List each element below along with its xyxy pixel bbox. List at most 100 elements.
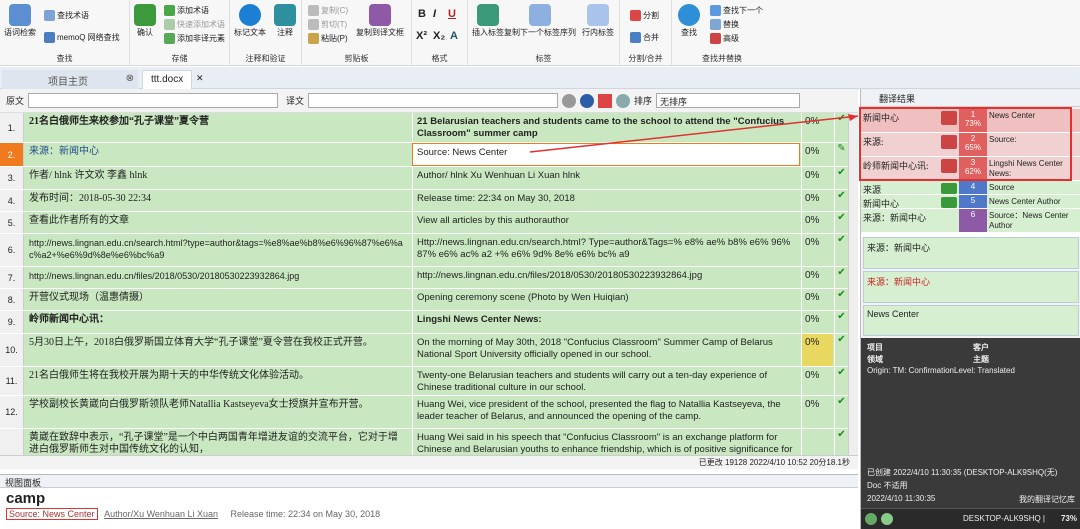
target-cell[interactable]: Huang Wei said in his speech that "Confu… — [412, 429, 800, 455]
confirm-button[interactable]: 确认 — [134, 4, 156, 38]
source-cell[interactable]: 学校副校长黄崴向白俄罗斯领队老师Natallia Kastseyeva女士授旗并… — [25, 396, 411, 428]
table-row[interactable]: 11. 21名白俄师生将在我校开展为期十天的中华传统文化体验活动。 Twenty-o… — [0, 367, 848, 396]
target-cell[interactable]: Author/ hlnk Xu Wenhuan Li Xuan hlnk — [412, 167, 800, 189]
target-cell[interactable]: http://news.lingnan.edu.cn/files/2018/05… — [412, 267, 800, 288]
source-cell[interactable]: http://news.lingnan.edu.cn/files/2018/05… — [25, 267, 411, 288]
bold-button[interactable]: B — [418, 8, 426, 20]
table-row[interactable]: 12. 学校副校长黄崴向白俄罗斯领队老师Natallia Kastseyeva女士… — [0, 396, 848, 429]
target-filter-input[interactable] — [308, 93, 559, 108]
memoq-web-search-button[interactable]: memoQ 网络查找 — [44, 32, 120, 43]
target-cell-active[interactable]: Source: News Center — [412, 143, 800, 166]
paste-button[interactable]: 粘贴(P) — [308, 33, 348, 44]
search-icon[interactable] — [616, 93, 631, 108]
split-button[interactable]: 分割 — [630, 10, 659, 21]
close-icon[interactable]: ✕ — [196, 73, 204, 84]
match-row[interactable]: 新闻中心 5 News Center Author — [861, 195, 1080, 209]
insert-tag-icon — [477, 4, 499, 26]
zoom-level: 73% — [1060, 514, 1077, 523]
target-cell[interactable]: Http://news.lingnan.edu.cn/search.html? … — [412, 234, 800, 266]
target-cell[interactable]: Twenty-one Belarusian teachers and stude… — [412, 367, 800, 395]
filter-icon[interactable] — [562, 93, 577, 108]
source-cell[interactable]: 岭师新闻中心讯： — [25, 311, 411, 333]
table-row[interactable]: 2. 来源：新闻中心 Source: News Center 0% ✎ — [0, 143, 848, 167]
source-cell[interactable]: 来源：新闻中心 — [25, 143, 411, 166]
table-row[interactable]: 5. 查看此作者所有的文章 View all articles by this au… — [0, 212, 848, 234]
font-button[interactable]: A — [450, 30, 458, 42]
close-icon[interactable]: ⊗ — [126, 73, 134, 84]
nontranslatable-icon — [164, 33, 175, 44]
target-cell[interactable]: On the morning of May 30th, 2018 "Confuc… — [412, 334, 800, 366]
row-number: 4. — [0, 190, 24, 211]
row-number: 3. — [0, 167, 24, 189]
advanced-button[interactable]: 高级 — [710, 33, 739, 44]
subscript-button[interactable]: X₂ — [433, 30, 445, 42]
source-cell[interactable]: 21名白俄师生来校参加“孔子课堂”夏令营 — [25, 113, 411, 142]
insert-tag-button[interactable]: 插入标签 — [472, 4, 504, 38]
ribbon-group-tags: 插入标签 复制下一个标签序列 行内标签 标签 — [468, 0, 620, 66]
underline-button[interactable]: U — [448, 8, 456, 20]
find-next-button[interactable]: 查找下一个 — [710, 5, 763, 16]
source-filter-input[interactable] — [28, 93, 279, 108]
table-row[interactable]: 10. 5月30日上午，2018白俄罗斯国立体育大学“孔子课堂”夏令营在我校正式开… — [0, 334, 848, 367]
match-row[interactable]: 来源：新闻中心 6 Source：News Center Author — [861, 209, 1080, 233]
table-row[interactable]: 3. 作者/ hlnk 许文欢 李鑫 hlnk Author/ hlnk Xu We… — [0, 167, 848, 190]
match-row[interactable]: 来源 4 Source — [861, 181, 1080, 195]
table-row[interactable]: 6. http://news.lingnan.edu.cn/search.html… — [0, 234, 848, 267]
tab-document[interactable]: ttt.docx — [142, 70, 192, 89]
grid-scrollbar[interactable] — [848, 113, 858, 455]
join-button[interactable]: 合并 — [630, 32, 659, 43]
table-row[interactable]: 9. 岭师新闻中心讯： Lingshi News Center News: 0% ✔ — [0, 311, 848, 334]
target-cell[interactable]: Huang Wei, vice president of the school,… — [412, 396, 800, 428]
ribbon: 语词检索 查找术语 memoQ 网络查找 查找 确认 添加术语 快速添加术语 添… — [0, 0, 1080, 66]
row-number: 10. — [0, 334, 24, 366]
inline-tags-button[interactable]: 行内标签 — [582, 4, 614, 38]
target-cell[interactable]: Lingshi News Center News: — [412, 311, 800, 333]
copy-source-button[interactable]: 复制到译文框 — [356, 4, 404, 38]
group-label-tags: 标签 — [535, 54, 552, 63]
copy-button[interactable]: 复制(C) — [308, 5, 348, 16]
find-button[interactable]: 查找 — [678, 4, 700, 38]
status-bar: 已更改 19128 2022/4/10 10:52 20分18.1秒 — [0, 455, 858, 469]
source-cell[interactable]: 发布时间：2018-05-30 22:34 — [25, 190, 411, 211]
compare-box-target: News Center — [863, 305, 1079, 336]
cut-button[interactable]: 剪切(T) — [308, 19, 347, 30]
italic-button[interactable]: I — [433, 8, 436, 20]
target-cell[interactable]: View all articles by this authorauthor — [412, 212, 800, 233]
table-row[interactable]: 1. 21名白俄师生来校参加“孔子课堂”夏令营 21 Belarusian teac… — [0, 113, 848, 143]
lookup-term-button[interactable]: 查找术语 — [44, 10, 89, 21]
target-cell[interactable]: Release time: 22:34 on May 30, 2018 — [412, 190, 800, 211]
info-icon — [239, 4, 261, 26]
source-cell[interactable]: http://news.lingnan.edu.cn/search.html?t… — [25, 234, 411, 266]
concordance-button[interactable]: 语词检索 — [4, 4, 36, 38]
source-cell[interactable]: 作者/ hlnk 许文欢 李鑫 hlnk — [25, 167, 411, 189]
source-cell[interactable]: 开营仪式现场（温惠倩摄） — [25, 289, 411, 310]
sort-select[interactable]: 无排序 — [656, 93, 801, 108]
table-row[interactable]: 4. 发布时间：2018-05-30 22:34 Release time: 22:… — [0, 190, 848, 212]
copy-next-tag-button[interactable]: 复制下一个标签序列 — [504, 4, 576, 38]
source-cell[interactable]: 5月30日上午，2018白俄罗斯国立体育大学“孔子课堂”夏令营在我校正式开营。 — [25, 334, 411, 366]
inline-tags-icon — [587, 4, 609, 26]
sort-label: 排序 — [634, 96, 653, 106]
add-term-button[interactable]: 添加术语 — [164, 5, 209, 16]
add-nontranslatable-button[interactable]: 添加非译元素 — [164, 33, 225, 44]
target-cell[interactable]: Opening ceremony scene (Photo by Wen Hui… — [412, 289, 800, 310]
row-number: 2. — [0, 143, 24, 166]
table-row[interactable]: 黄崴在致辞中表示，“孔子课堂”是一个中白两国青年增进友谊的交流平台，它对于增进白… — [0, 429, 848, 455]
tab-project-home[interactable]: 项目主页 ⊗ — [2, 70, 138, 89]
settings-icon[interactable] — [580, 93, 595, 108]
source-cell[interactable]: 黄崴在致辞中表示，“孔子课堂”是一个中白两国青年增进友谊的交流平台，它对于增进白… — [25, 429, 411, 455]
source-cell[interactable]: 21名白俄师生将在我校开展为期十天的中华传统文化体验活动。 — [25, 367, 411, 395]
target-cell[interactable]: 21 Belarusian teachers and students came… — [412, 113, 800, 142]
superscript-button[interactable]: X² — [416, 30, 427, 42]
source-cell[interactable]: 查看此作者所有的文章 — [25, 212, 411, 233]
quick-add-term-button[interactable]: 快速添加术语 — [164, 19, 225, 30]
table-row[interactable]: 7. http://news.lingnan.edu.cn/files/2018/… — [0, 267, 848, 289]
comment-icon — [274, 4, 296, 26]
comment-button[interactable]: 注释 — [274, 4, 296, 38]
replace-button[interactable]: 替换 — [710, 19, 739, 30]
table-row[interactable]: 8. 开营仪式现场（温惠倩摄） Opening ceremony scene (Ph… — [0, 289, 848, 311]
status-icon[interactable] — [881, 513, 893, 525]
add-filter-icon[interactable] — [598, 93, 613, 108]
status-icon[interactable] — [865, 513, 877, 525]
mark-text-button[interactable]: 标记文本 — [234, 4, 266, 38]
